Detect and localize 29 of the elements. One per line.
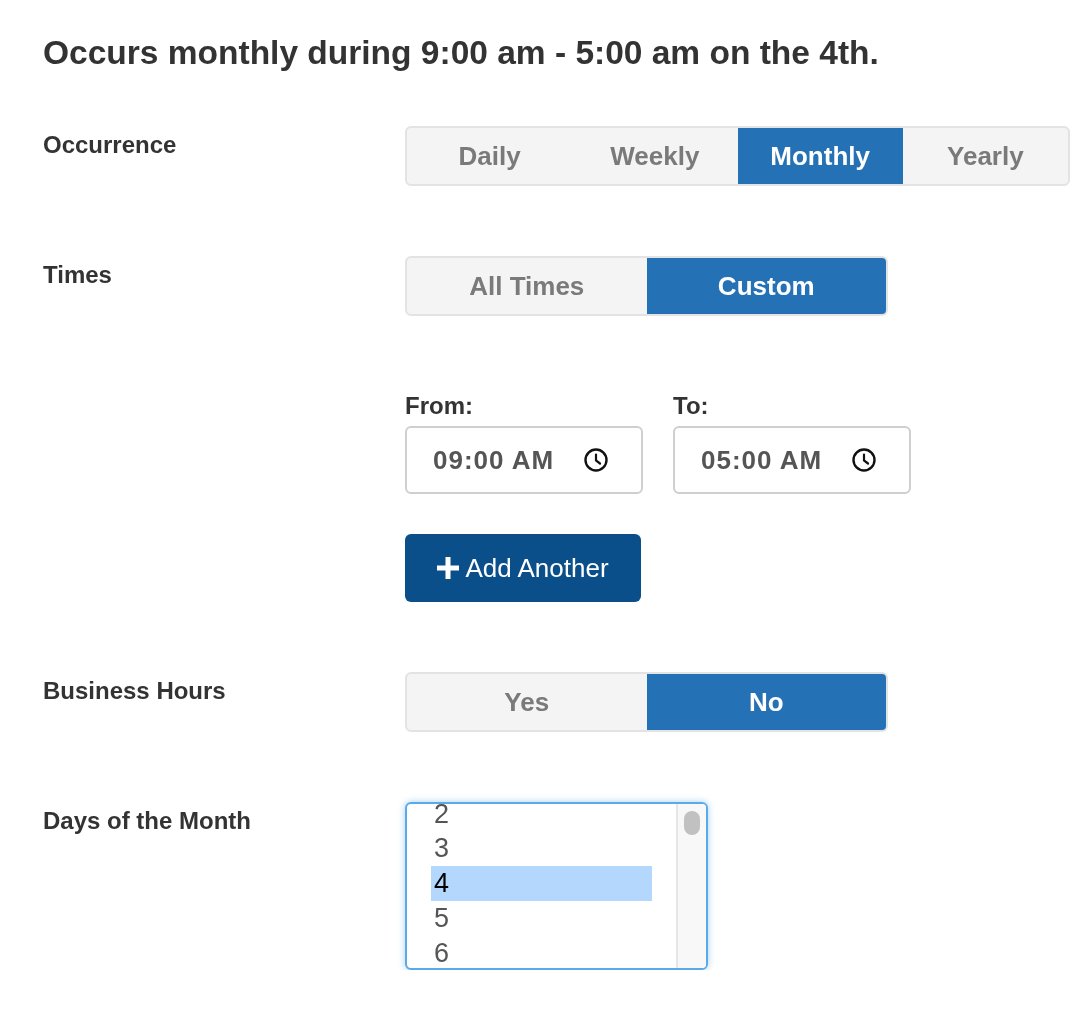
time-field[interactable]: 05:00 AM [673,426,911,494]
toggle-option[interactable]: No [646,674,886,730]
listbox[interactable]: 2 3 4 5 6 [405,802,708,970]
toggle-option[interactable]: Yearly [902,128,1068,184]
plus-icon [437,557,460,579]
toggle-option[interactable]: Daily [407,128,573,184]
clock-icon[interactable] [852,448,876,472]
list-option[interactable]: 6 [431,936,652,968]
schedule-summary: Occurs monthly during 9:00 am - 5:00 am on the 4th. [43,34,879,72]
field-label: From: [405,392,473,420]
field-label: Days of the Month [43,807,251,835]
toggle-option[interactable]: Yes [407,674,647,730]
scrollbar[interactable] [676,804,706,968]
field-label: To: [673,392,709,420]
list-option[interactable]: 2 [431,804,652,831]
field-label: Occurrence [43,131,177,159]
field-label: Times [43,261,112,289]
field-label: Business Hours [43,677,226,705]
time-field[interactable]: 09:00 AM [405,426,643,494]
list-option[interactable]: 5 [431,901,652,936]
toggle-option[interactable]: Weekly [572,128,738,184]
add-another-button[interactable]: Add Another [405,534,641,602]
toggle-option[interactable]: Custom [646,258,886,314]
clock-icon[interactable] [584,448,608,472]
scrollbar-thumb[interactable] [684,811,700,835]
list-option[interactable]: 3 [431,831,652,866]
toggle-option[interactable]: Monthly [737,128,903,184]
list-option[interactable]: 4 [431,866,652,901]
toggle-option[interactable]: All Times [407,258,647,314]
